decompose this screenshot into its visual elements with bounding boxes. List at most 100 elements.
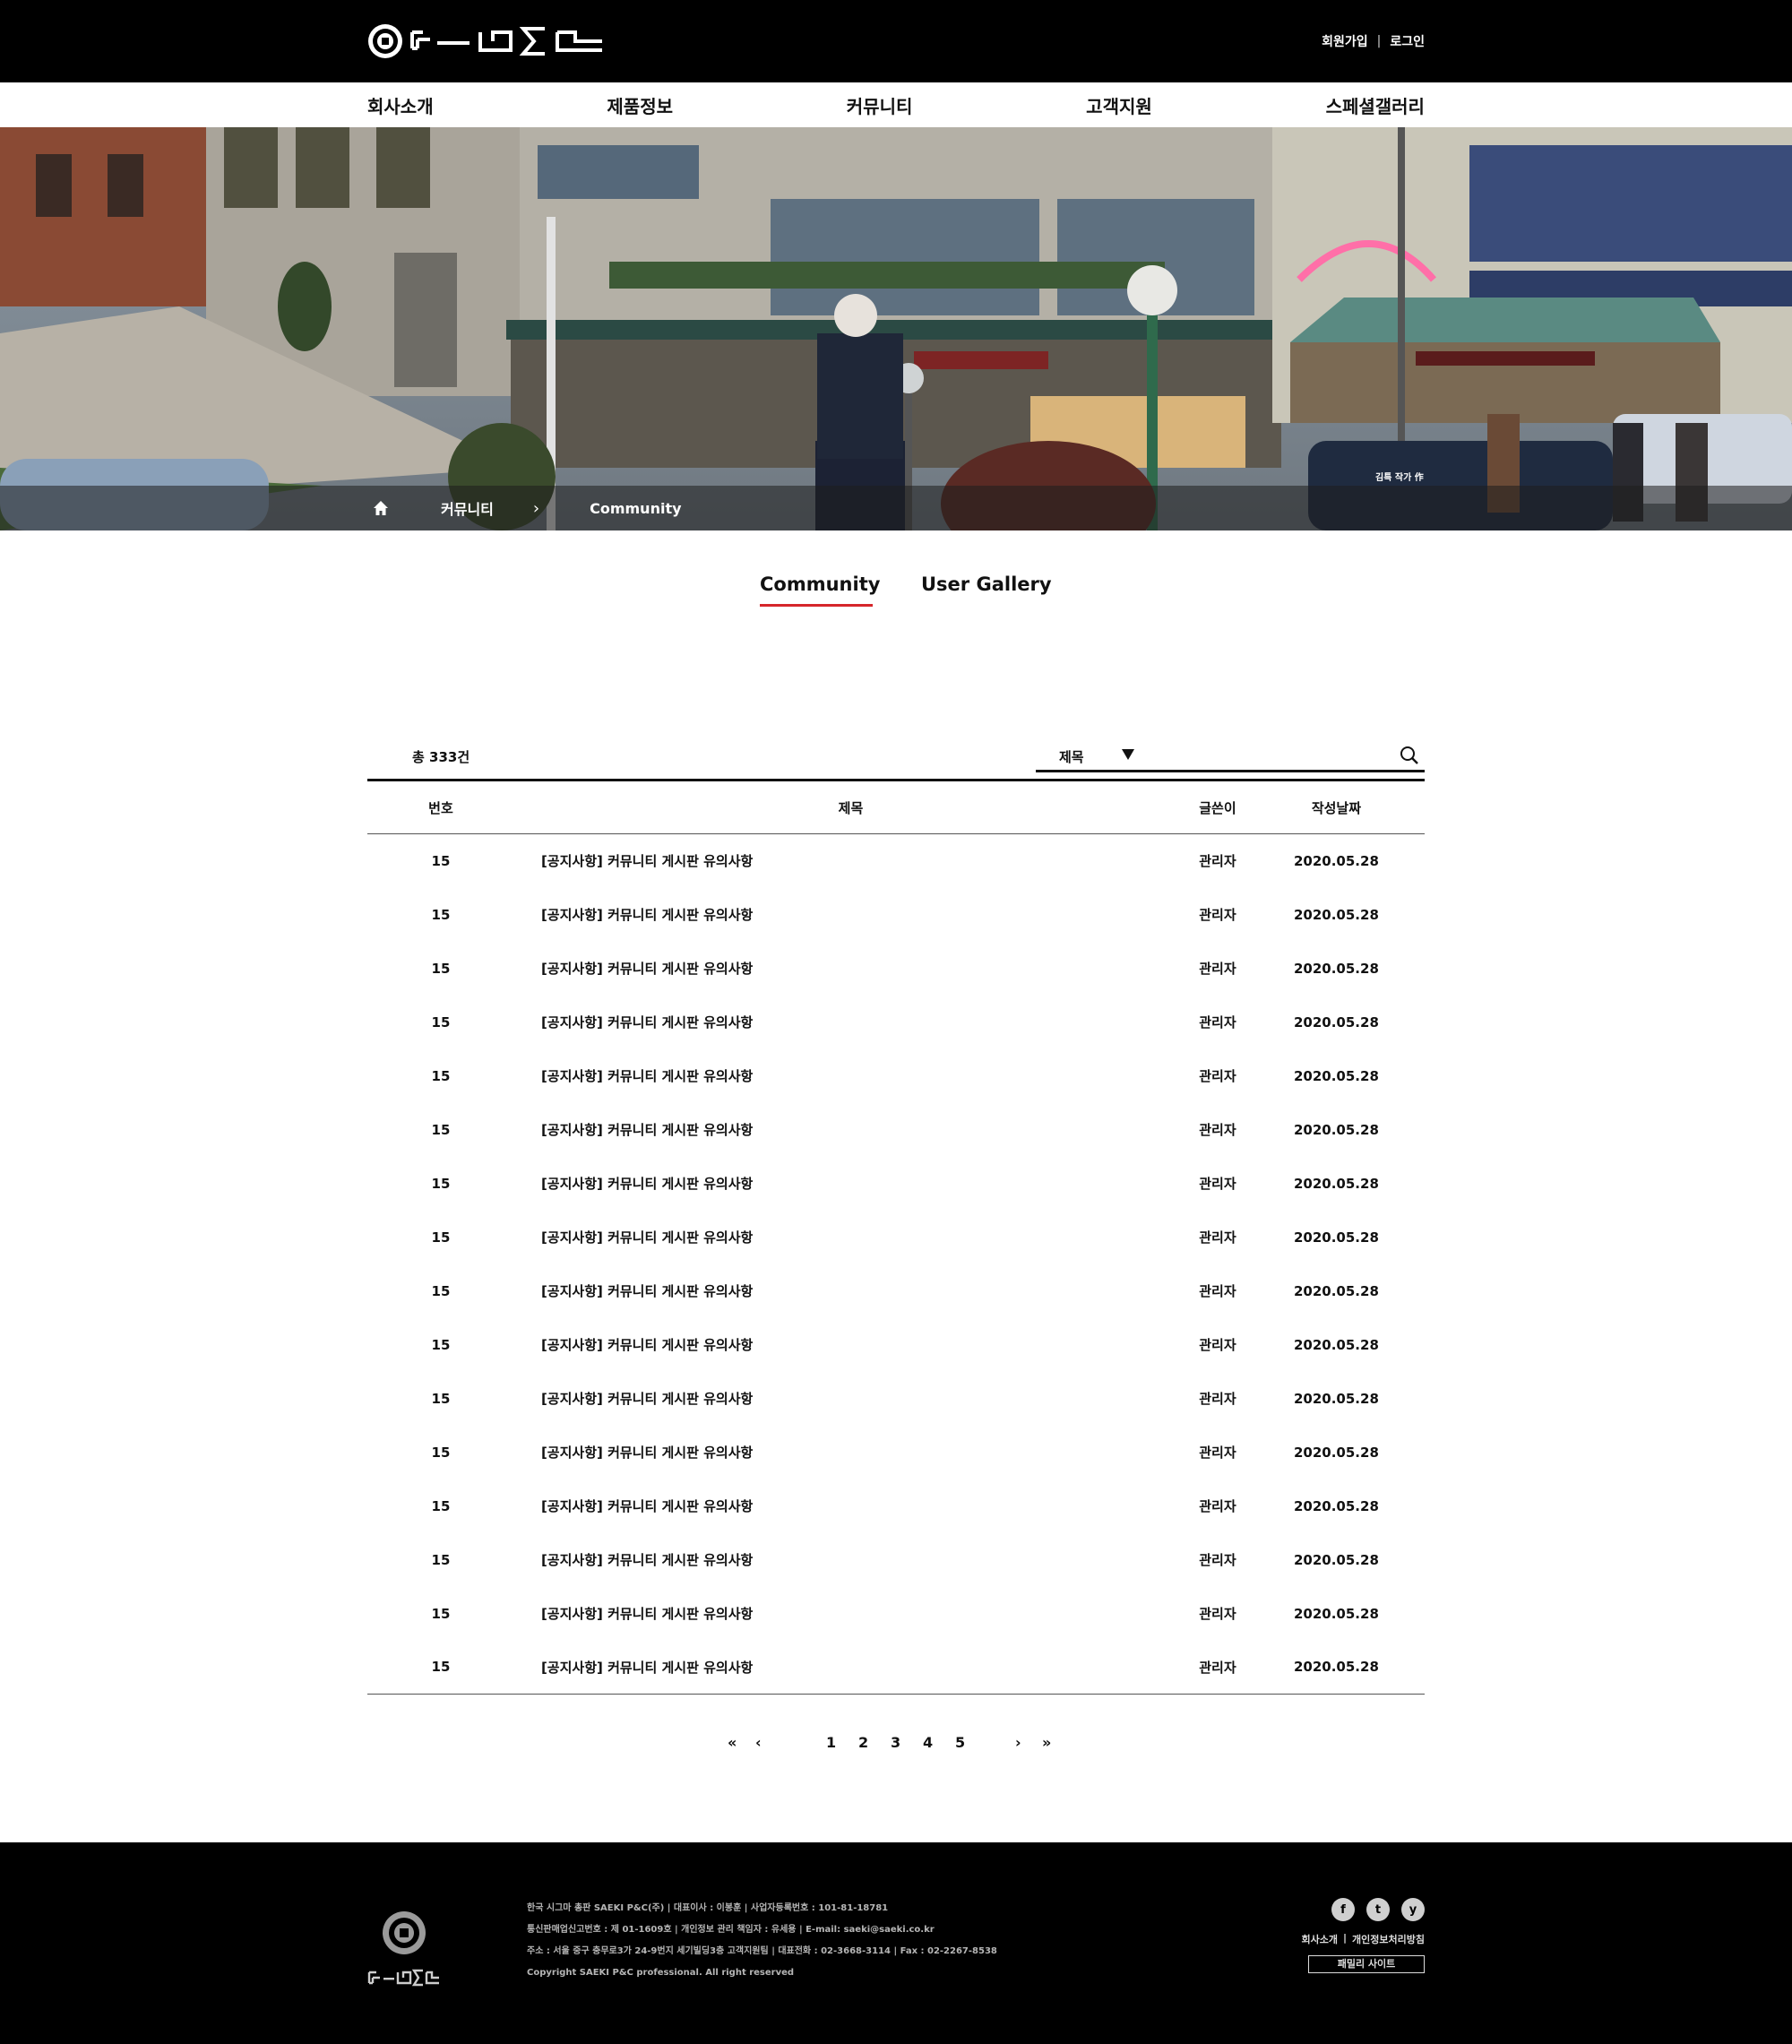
row-title[interactable]: [공지사항] 커뮤니티 게시판 유의사항 [514, 1049, 1187, 1103]
row-title[interactable]: [공지사항] 커뮤니티 게시판 유의사항 [514, 1103, 1187, 1157]
table-row[interactable]: 15 [공지사항] 커뮤니티 게시판 유의사항 관리자 2020.05.28 [367, 888, 1425, 942]
row-writer: 관리자 [1199, 961, 1236, 977]
table-row[interactable]: 15 [공지사항] 커뮤니티 게시판 유의사항 관리자 2020.05.28 [367, 1318, 1425, 1372]
nav-item-community[interactable]: 커뮤니티 [847, 92, 913, 118]
last-page-button[interactable]: » [1042, 1734, 1051, 1751]
row-number: 15 [431, 1444, 451, 1461]
search-icon[interactable] [1400, 746, 1419, 765]
row-date: 2020.05.28 [1293, 1605, 1379, 1622]
nav-item-products[interactable]: 제품정보 [607, 92, 673, 118]
row-date: 2020.05.28 [1293, 1497, 1379, 1514]
table-row[interactable]: 15 [공지사항] 커뮤니티 게시판 유의사항 관리자 2020.05.28 [367, 1479, 1425, 1533]
prev-page-button[interactable]: ‹ [755, 1734, 762, 1751]
breadcrumb-bar: 커뮤니티 › Community [0, 486, 1792, 530]
row-title[interactable]: [공지사항] 커뮤니티 게시판 유의사항 [514, 834, 1187, 888]
main-nav: 회사소개 제품정보 커뮤니티 고객지원 스페셜갤러리 [0, 82, 1792, 127]
row-title[interactable]: [공지사항] 커뮤니티 게시판 유의사항 [514, 996, 1187, 1049]
table-body: 15 [공지사항] 커뮤니티 게시판 유의사항 관리자 2020.05.28 15 [공지… [367, 834, 1425, 1695]
tab-community[interactable]: Community [760, 574, 880, 607]
search-input[interactable] [1140, 740, 1425, 772]
breadcrumb: 커뮤니티 › Community [367, 486, 682, 530]
row-number: 15 [431, 1282, 451, 1299]
table-row[interactable]: 15 [공지사항] 커뮤니티 게시판 유의사항 관리자 2020.05.28 [367, 1264, 1425, 1318]
twitter-icon[interactable]: t [1366, 1898, 1390, 1921]
row-title[interactable]: [공지사항] 커뮤니티 게시판 유의사항 [514, 1157, 1187, 1211]
row-number: 15 [431, 960, 451, 977]
page-1[interactable]: 1 [826, 1734, 836, 1751]
row-title[interactable]: [공지사항] 커뮤니티 게시판 유의사항 [514, 1641, 1187, 1695]
row-title[interactable]: [공지사항] 커뮤니티 게시판 유의사항 [514, 1479, 1187, 1533]
first-page-button[interactable]: « [728, 1734, 737, 1751]
row-number: 15 [431, 1175, 451, 1192]
triangle-down-icon [1122, 749, 1134, 760]
footer-links: 회사소개 | 개인정보처리방침 [1302, 1932, 1425, 1946]
login-link[interactable]: 로그인 [1390, 32, 1425, 50]
nav-item-company[interactable]: 회사소개 [367, 92, 434, 118]
signup-link[interactable]: 회원가입 [1322, 32, 1368, 50]
row-number: 15 [431, 1551, 451, 1568]
pagination: « ‹ 1 2 3 4 5 › » [0, 1734, 1792, 1761]
facebook-icon[interactable]: f [1331, 1898, 1355, 1921]
row-title[interactable]: [공지사항] 커뮤니티 게시판 유의사항 [514, 942, 1187, 996]
search-type-value: 제목 [1059, 749, 1084, 765]
table-row[interactable]: 15 [공지사항] 커뮤니티 게시판 유의사항 관리자 2020.05.28 [367, 1587, 1425, 1641]
table-row[interactable]: 15 [공지사항] 커뮤니티 게시판 유의사항 관리자 2020.05.28 [367, 1103, 1425, 1157]
footer: 한국 시그마 총판 SAEKI P&C(주) | 대표이사 : 이봉훈 | 사업… [0, 1842, 1792, 2044]
table-row[interactable]: 15 [공지사항] 커뮤니티 게시판 유의사항 관리자 2020.05.28 [367, 1533, 1425, 1587]
row-title[interactable]: [공지사항] 커뮤니티 게시판 유의사항 [514, 1318, 1187, 1372]
next-page-button[interactable]: › [1015, 1734, 1021, 1751]
table-row[interactable]: 15 [공지사항] 커뮤니티 게시판 유의사항 관리자 2020.05.28 [367, 1372, 1425, 1426]
row-title[interactable]: [공지사항] 커뮤니티 게시판 유의사항 [514, 888, 1187, 942]
page-4[interactable]: 4 [923, 1734, 933, 1751]
search-bar: 제목 [1036, 740, 1425, 772]
search-type-select[interactable]: 제목 [1036, 740, 1140, 772]
footer-logo[interactable] [367, 1910, 441, 1987]
table-row[interactable]: 15 [공지사항] 커뮤니티 게시판 유의사항 관리자 2020.05.28 [367, 1049, 1425, 1103]
home-icon[interactable] [373, 500, 389, 516]
row-number: 15 [431, 906, 451, 923]
row-title[interactable]: [공지사항] 커뮤니티 게시판 유의사항 [514, 1426, 1187, 1479]
row-writer: 관리자 [1199, 1229, 1236, 1246]
breadcrumb-item-community[interactable]: 커뮤니티 [441, 497, 494, 519]
row-number: 15 [431, 1390, 451, 1407]
nav-item-special-gallery[interactable]: 스페셜갤러리 [1326, 92, 1425, 118]
footer-link-company[interactable]: 회사소개 [1302, 1932, 1338, 1946]
sigma-logo[interactable] [367, 22, 605, 61]
row-number: 15 [431, 1605, 451, 1622]
row-date: 2020.05.28 [1293, 1175, 1379, 1192]
tab-user-gallery[interactable]: User Gallery [921, 574, 1052, 595]
row-date: 2020.05.28 [1293, 1659, 1379, 1676]
table-row[interactable]: 15 [공지사항] 커뮤니티 게시판 유의사항 관리자 2020.05.28 [367, 942, 1425, 996]
top-header: 회원가입 | 로그인 [0, 0, 1792, 82]
link-separator: | [1343, 1932, 1348, 1944]
row-date: 2020.05.28 [1293, 1013, 1379, 1031]
column-header-writer: 글쓴이 [1187, 779, 1248, 834]
table-row[interactable]: 15 [공지사항] 커뮤니티 게시판 유의사항 관리자 2020.05.28 [367, 1211, 1425, 1264]
chevron-right-icon: › [532, 498, 540, 518]
row-title[interactable]: [공지사항] 커뮤니티 게시판 유의사항 [514, 1372, 1187, 1426]
row-date: 2020.05.28 [1293, 1444, 1379, 1461]
table-row[interactable]: 15 [공지사항] 커뮤니티 게시판 유의사항 관리자 2020.05.28 [367, 1426, 1425, 1479]
footer-link-privacy[interactable]: 개인정보처리방침 [1352, 1932, 1425, 1946]
row-date: 2020.05.28 [1293, 1121, 1379, 1138]
row-title[interactable]: [공지사항] 커뮤니티 게시판 유의사항 [514, 1264, 1187, 1318]
nav-item-support[interactable]: 고객지원 [1086, 92, 1152, 118]
table-row[interactable]: 15 [공지사항] 커뮤니티 게시판 유의사항 관리자 2020.05.28 [367, 1641, 1425, 1695]
family-site-select[interactable]: 패밀리 사이트 [1308, 1955, 1425, 1973]
row-title[interactable]: [공지사항] 커뮤니티 게시판 유의사항 [514, 1533, 1187, 1587]
row-number: 15 [431, 852, 451, 869]
table-row[interactable]: 15 [공지사항] 커뮤니티 게시판 유의사항 관리자 2020.05.28 [367, 1157, 1425, 1211]
youtube-icon[interactable]: y [1401, 1898, 1425, 1921]
table-row[interactable]: 15 [공지사항] 커뮤니티 게시판 유의사항 관리자 2020.05.28 [367, 996, 1425, 1049]
column-header-date: 작성날짜 [1247, 779, 1425, 834]
page-5[interactable]: 5 [955, 1734, 965, 1751]
table-row[interactable]: 15 [공지사항] 커뮤니티 게시판 유의사항 관리자 2020.05.28 [367, 834, 1425, 888]
row-title[interactable]: [공지사항] 커뮤니티 게시판 유의사항 [514, 1211, 1187, 1264]
page-2[interactable]: 2 [858, 1734, 868, 1751]
page-3[interactable]: 3 [891, 1734, 900, 1751]
row-writer: 관리자 [1199, 1068, 1236, 1084]
row-writer: 관리자 [1199, 1122, 1236, 1138]
row-date: 2020.05.28 [1293, 1229, 1379, 1246]
account-links: 회원가입 | 로그인 [1322, 32, 1425, 50]
row-title[interactable]: [공지사항] 커뮤니티 게시판 유의사항 [514, 1587, 1187, 1641]
